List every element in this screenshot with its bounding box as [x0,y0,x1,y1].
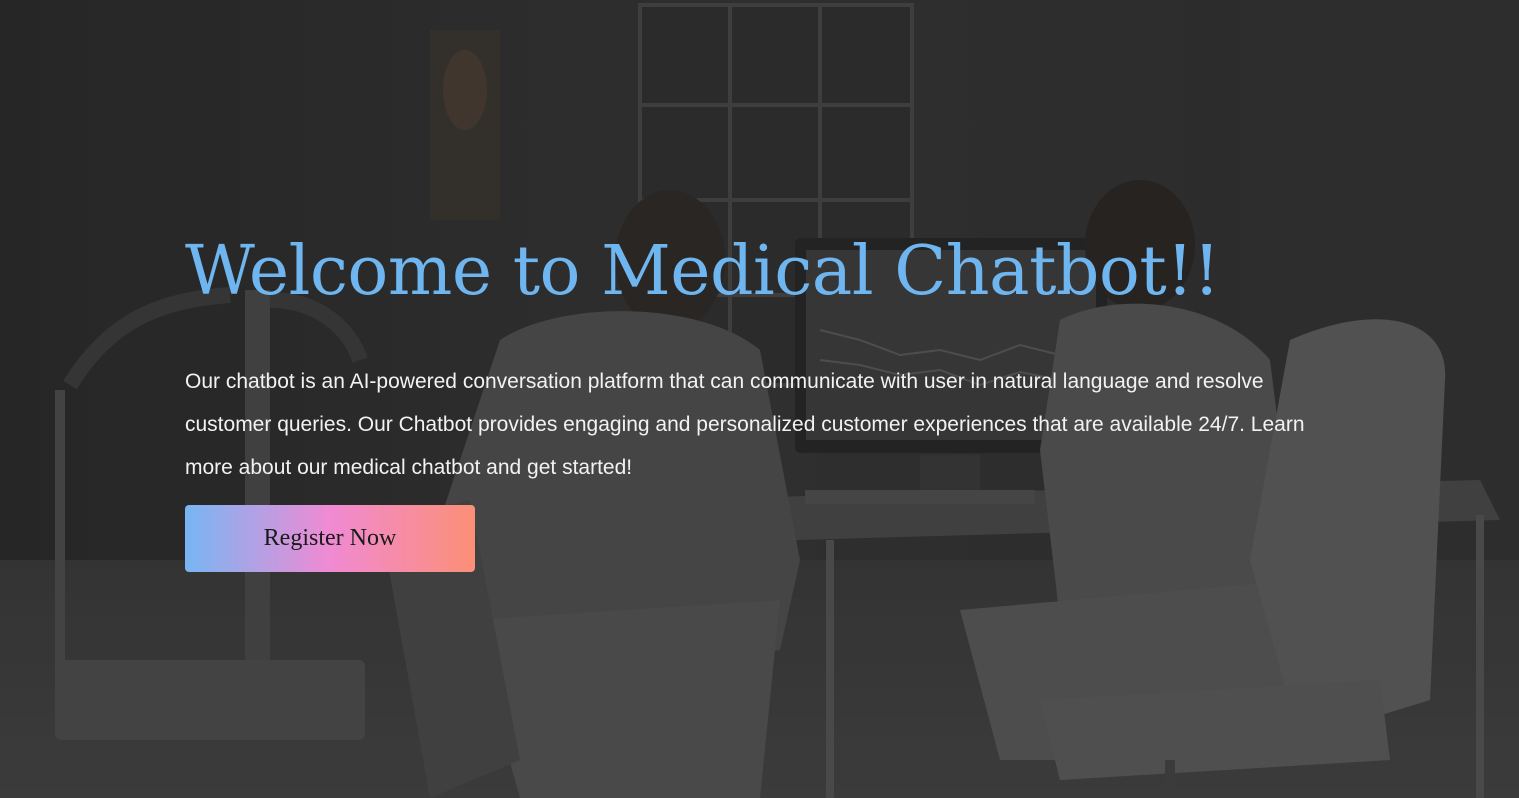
hero-section: Welcome to Medical Chatbot!! Our chatbot… [0,0,1519,798]
register-now-button[interactable]: Register Now [185,505,475,572]
page-title: Welcome to Medical Chatbot!! [185,232,1220,311]
hero-content: Welcome to Medical Chatbot!! Our chatbot… [185,228,1335,489]
hero-description: Our chatbot is an AI-powered conversatio… [185,370,1305,479]
